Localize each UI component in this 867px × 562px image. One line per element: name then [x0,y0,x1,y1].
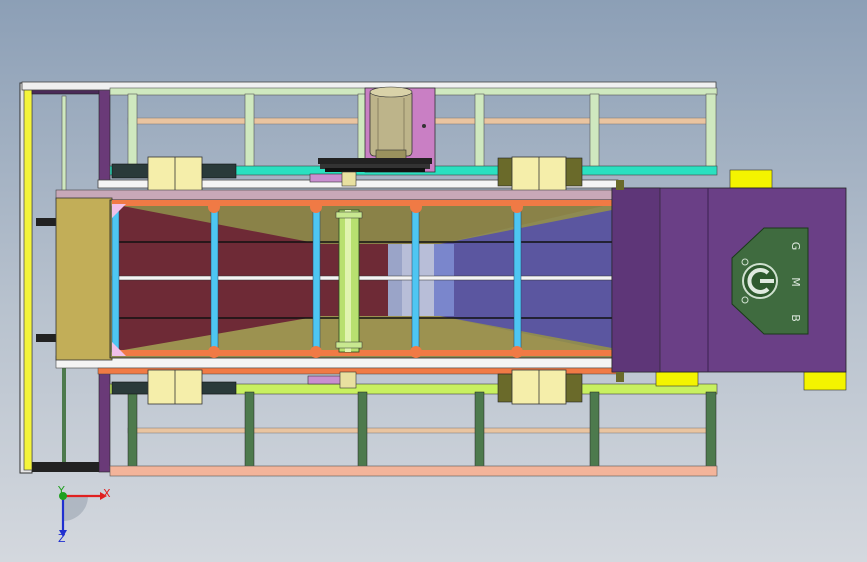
top-bearing-right[interactable] [497,156,583,192]
center-shaft[interactable] [335,209,363,353]
logo-letter: M [789,277,802,287]
logo-letter: G [789,242,802,251]
logo-letter: B [789,314,802,322]
cad-viewport[interactable]: G M B X Y Z [0,0,867,562]
bottom-bearing-right[interactable] [497,369,583,405]
z-axis-label: Z [58,532,66,545]
drive-housing[interactable] [611,169,847,391]
machine-assembly-top-view[interactable]: G M B X Y Z [0,0,867,562]
x-axis-label: X [103,487,111,500]
y-axis-label: Y [57,484,65,497]
coordinate-triad[interactable]: X Y Z [57,484,111,545]
